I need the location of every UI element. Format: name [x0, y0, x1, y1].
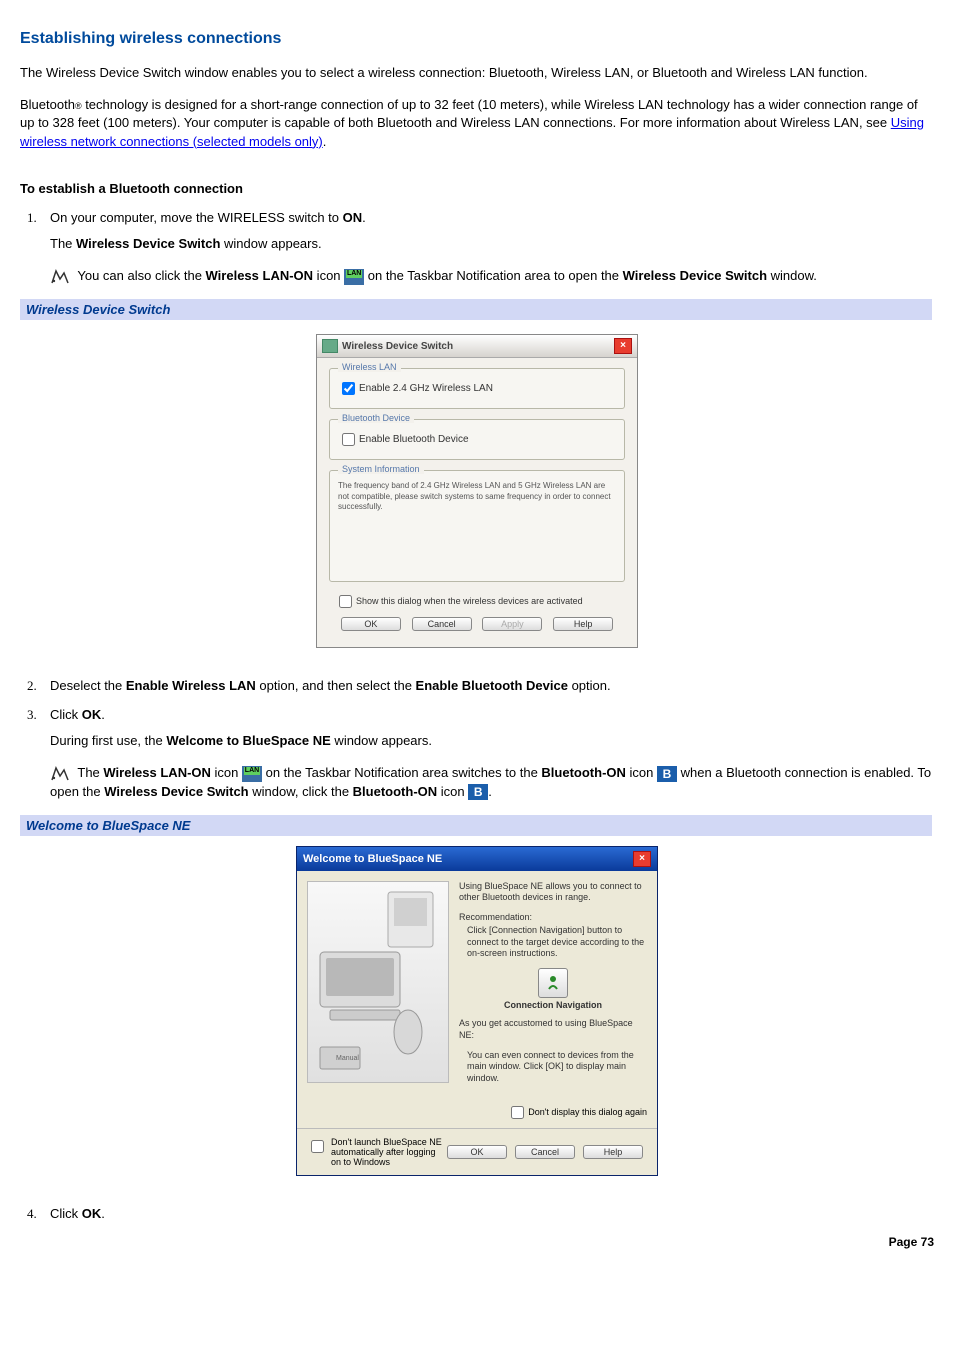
- lan-on-icon: [242, 766, 262, 782]
- group-wlan-label: Wireless LAN: [338, 362, 401, 372]
- bluespace-illustration: Manual: [307, 881, 449, 1083]
- ok-button[interactable]: OK: [341, 617, 401, 631]
- cancel-button[interactable]: Cancel: [515, 1145, 575, 1159]
- step-2: Deselect the Enable Wireless LAN option,…: [40, 678, 934, 693]
- lan-on-icon: [344, 269, 364, 285]
- step-4: Click OK.: [40, 1206, 934, 1221]
- ok-button[interactable]: OK: [447, 1145, 507, 1159]
- bs-recommendation-label: Recommendation:: [459, 912, 647, 922]
- step-3: Click OK. During first use, the Welcome …: [40, 707, 934, 801]
- apply-button[interactable]: Apply: [482, 617, 542, 631]
- close-button[interactable]: ×: [614, 338, 632, 354]
- bluespace-window: Welcome to BlueSpace NE × Manual Using B…: [296, 846, 658, 1176]
- caption-wds: Wireless Device Switch: [20, 299, 932, 320]
- wds-window: Wireless Device Switch × Wireless LAN En…: [316, 334, 638, 648]
- group-sysinfo-label: System Information: [338, 464, 424, 474]
- note-icon: [50, 766, 70, 782]
- subheading-bluetooth: To establish a Bluetooth connection: [20, 181, 934, 196]
- dont-launch-checkbox[interactable]: [311, 1140, 324, 1153]
- connection-navigation-label: Connection Navigation: [459, 1000, 647, 1010]
- wds-title: Wireless Device Switch: [342, 341, 614, 352]
- step-1: On your computer, move the WIRELESS swit…: [40, 210, 934, 285]
- close-button[interactable]: ×: [633, 851, 651, 867]
- note-icon: [50, 269, 70, 285]
- sysinfo-text: The frequency band of 2.4 GHz Wireless L…: [338, 481, 616, 512]
- intro-paragraph-2: Bluetooth® technology is designed for a …: [20, 96, 934, 151]
- app-icon: [322, 339, 338, 353]
- help-button[interactable]: Help: [553, 617, 613, 631]
- enable-wlan-checkbox[interactable]: Enable 2.4 GHz Wireless LAN: [338, 383, 493, 394]
- help-button[interactable]: Help: [583, 1145, 643, 1159]
- page-title: Establishing wireless connections: [20, 30, 934, 48]
- bs-intro: Using BlueSpace NE allows you to connect…: [459, 881, 647, 904]
- group-bt-label: Bluetooth Device: [338, 413, 414, 423]
- intro-paragraph-1: The Wireless Device Switch window enable…: [20, 64, 934, 82]
- bluetooth-on-icon: [657, 766, 677, 782]
- cancel-button[interactable]: Cancel: [412, 617, 472, 631]
- enable-bt-checkbox[interactable]: Enable Bluetooth Device: [338, 434, 469, 445]
- bs-recommendation-text: Click [Connection Navigation] button to …: [459, 925, 647, 960]
- svg-text:Manual: Manual: [336, 1055, 359, 1062]
- dont-display-checkbox[interactable]: Don't display this dialog again: [507, 1103, 647, 1122]
- bluespace-title: Welcome to BlueSpace NE: [303, 853, 633, 865]
- bluetooth-on-icon: [468, 784, 488, 800]
- bs-main-window-hint: You can even connect to devices from the…: [459, 1050, 647, 1085]
- caption-bluespace: Welcome to BlueSpace NE: [20, 815, 932, 836]
- page-number: Page 73: [20, 1235, 934, 1249]
- bs-accustomed: As you get accustomed to using BlueSpace…: [459, 1018, 647, 1041]
- connection-navigation-button[interactable]: [538, 968, 568, 998]
- show-dialog-checkbox[interactable]: Show this dialog when the wireless devic…: [335, 592, 625, 611]
- dont-launch-label: Don't launch BlueSpace NE automatically …: [331, 1137, 443, 1167]
